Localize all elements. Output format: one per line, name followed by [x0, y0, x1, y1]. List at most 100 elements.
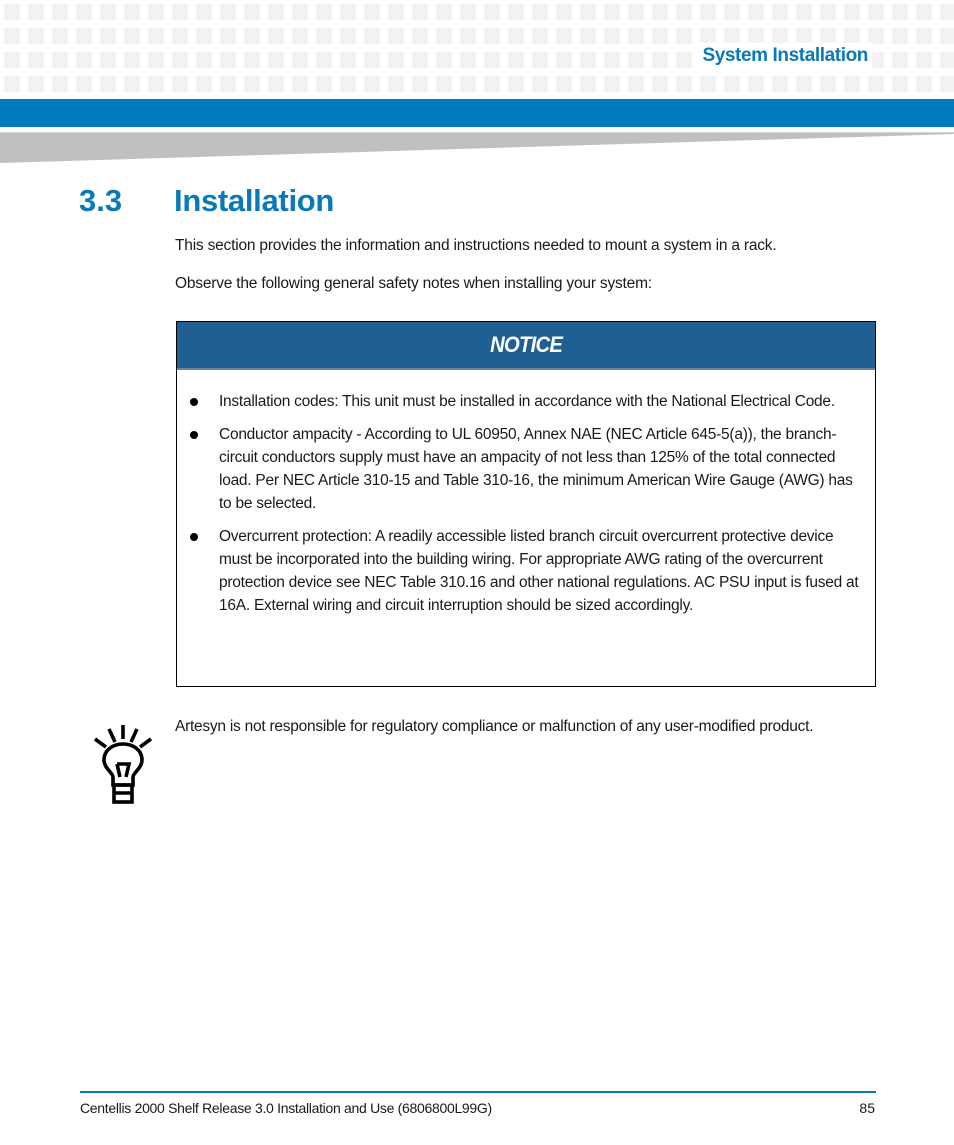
header-grid-square	[76, 52, 92, 68]
header-grid-square	[100, 52, 116, 68]
header-grid-square	[508, 76, 524, 92]
header-grid-square	[484, 4, 500, 20]
intro-paragraph: This section provides the information an…	[175, 237, 777, 254]
header-grid-square	[76, 4, 92, 20]
header-grid-square	[700, 28, 716, 44]
header-grid-square	[820, 76, 836, 92]
header-grid-square	[724, 76, 740, 92]
notice-item-text: Overcurrent protection: A readily access…	[219, 528, 859, 614]
header-grid-square	[124, 52, 140, 68]
header-grid-square	[532, 4, 548, 20]
header-grid-square	[172, 28, 188, 44]
header-grid-square	[796, 28, 812, 44]
header-grid-square	[748, 4, 764, 20]
header-grid-square	[100, 76, 116, 92]
header-grid-square	[292, 28, 308, 44]
header-grid-square	[892, 28, 908, 44]
header-grid-square	[196, 52, 212, 68]
header-grid-square	[556, 4, 572, 20]
header-grid-square	[52, 76, 68, 92]
header-grid-square	[436, 28, 452, 44]
header-grid-square	[28, 4, 44, 20]
footer-rule	[80, 1091, 876, 1093]
header-grid-square	[412, 28, 428, 44]
header-grid-square	[556, 52, 572, 68]
header-grid-square	[436, 76, 452, 92]
header-grid-square	[460, 52, 476, 68]
header-grid-square	[244, 28, 260, 44]
header-grid-square	[628, 4, 644, 20]
footer-document-title: Centellis 2000 Shelf Release 3.0 Install…	[80, 1100, 492, 1116]
header-grid-square	[100, 28, 116, 44]
header-grid-square	[148, 28, 164, 44]
header-grid-square	[892, 52, 908, 68]
header-grid-square	[388, 28, 404, 44]
header-grid-square	[196, 4, 212, 20]
notice-header: NOTICE	[177, 322, 875, 370]
header-grid-square	[244, 76, 260, 92]
notice-item-text: Conductor ampacity - According to UL 609…	[219, 426, 853, 512]
header-grid-square	[76, 76, 92, 92]
header-grid-square	[580, 76, 596, 92]
header-grid-square	[868, 28, 884, 44]
header-grid-square	[508, 28, 524, 44]
header-grid-square	[220, 76, 236, 92]
bullet-icon	[190, 398, 198, 406]
bullet-icon	[190, 431, 198, 439]
header-grid-square	[364, 28, 380, 44]
header-grid-square	[676, 28, 692, 44]
header-grid-square	[772, 76, 788, 92]
notice-label: NOTICE	[489, 332, 563, 357]
header-grid-square	[844, 4, 860, 20]
chapter-title: System Installation	[698, 43, 872, 69]
header-grid-square	[940, 4, 954, 20]
header-grid-square	[556, 28, 572, 44]
section-number: 3.3	[79, 183, 123, 218]
header-grid-square	[316, 28, 332, 44]
header-grid-square	[196, 76, 212, 92]
header-grid-square	[484, 28, 500, 44]
header-grid-square	[652, 76, 668, 92]
header-grid-square	[76, 28, 92, 44]
notice-list: Installation codes: This unit must be in…	[177, 390, 875, 627]
header-grid-square	[436, 4, 452, 20]
header-grid-square	[916, 28, 932, 44]
notice-item-conductor-ampacity: Conductor ampacity - According to UL 609…	[177, 423, 875, 515]
header-grid-square	[268, 4, 284, 20]
notice-box: NOTICE Installation codes: This unit mus…	[176, 321, 876, 687]
header-grid-square	[316, 52, 332, 68]
header-grid-square	[580, 28, 596, 44]
header-grid-square	[580, 4, 596, 20]
header-grid-square	[700, 4, 716, 20]
header-grid-square	[796, 76, 812, 92]
header-grid-square	[52, 52, 68, 68]
header-grid-square	[172, 76, 188, 92]
header-grid-square	[268, 76, 284, 92]
header-grid-square	[412, 4, 428, 20]
header-grid-square	[532, 28, 548, 44]
header-grid-square	[292, 76, 308, 92]
header-grid-square	[892, 76, 908, 92]
header-grid-square	[484, 76, 500, 92]
header-grid-square	[28, 52, 44, 68]
header-grid-square	[604, 52, 620, 68]
header-grid-square	[556, 76, 572, 92]
header-grid-square	[748, 28, 764, 44]
header-grid-square	[652, 28, 668, 44]
header-grid-square	[748, 76, 764, 92]
header-grid-square	[124, 4, 140, 20]
header-grid-square	[700, 76, 716, 92]
header-grid-square	[796, 4, 812, 20]
header-grid-square	[916, 52, 932, 68]
header-grid-square	[676, 76, 692, 92]
header-grid-square	[364, 4, 380, 20]
header-grid-square	[460, 76, 476, 92]
header-grid-square	[676, 52, 692, 68]
header-grid-square	[220, 4, 236, 20]
header-grid-square	[124, 76, 140, 92]
header-grid-square	[892, 4, 908, 20]
header-grid-square	[916, 76, 932, 92]
notice-item-text: Installation codes: This unit must be in…	[219, 393, 835, 410]
header-grid-square	[292, 52, 308, 68]
header-grid-square	[652, 52, 668, 68]
